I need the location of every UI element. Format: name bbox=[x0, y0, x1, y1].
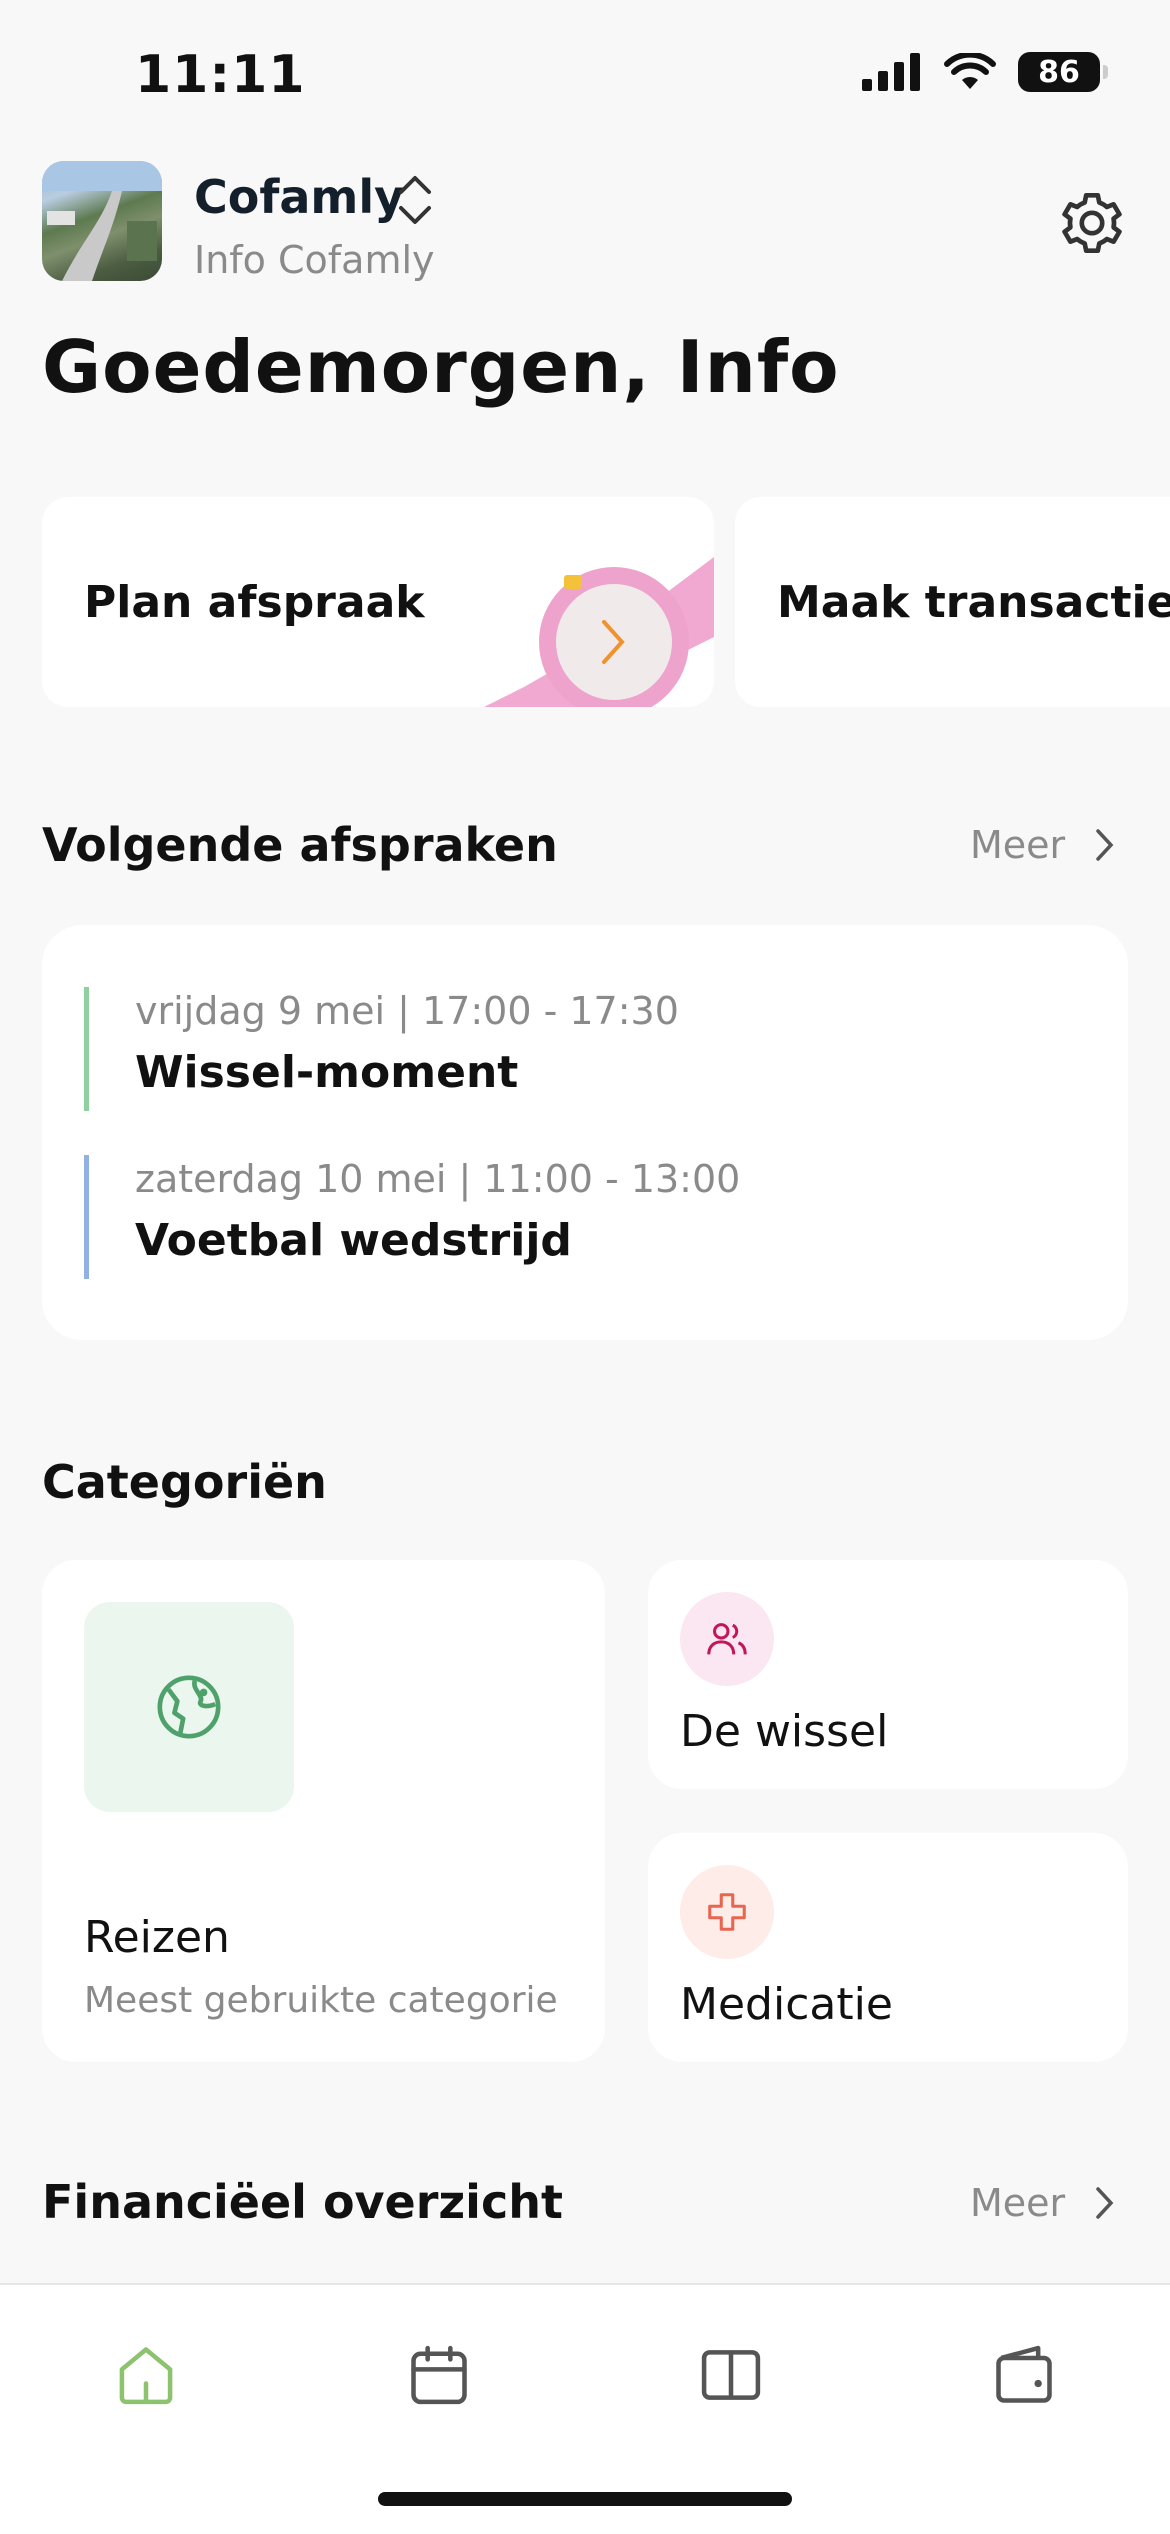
avatar-photo bbox=[42, 161, 162, 281]
nav-calendar[interactable] bbox=[405, 2341, 473, 2413]
appointment-title: Wissel-moment bbox=[135, 1047, 519, 1098]
nav-wallet[interactable] bbox=[990, 2341, 1058, 2413]
appointments-card: vrijdag 9 mei | 17:00 - 17:30 Wissel-mom… bbox=[42, 925, 1128, 1340]
wifi-icon bbox=[944, 53, 996, 89]
calendar-icon bbox=[411, 2345, 467, 2405]
wallet-icon bbox=[996, 2345, 1052, 2403]
category-icon-circle bbox=[680, 1592, 774, 1686]
make-transaction-label: Maak transactie bbox=[777, 577, 1170, 628]
appointment-item[interactable]: vrijdag 9 mei | 17:00 - 17:30 Wissel-mom… bbox=[84, 987, 679, 1111]
categories-title: Categoriën bbox=[42, 1455, 327, 1509]
home-icon bbox=[119, 2347, 173, 2405]
category-name: De wissel bbox=[680, 1706, 889, 1757]
status-indicators: 86 bbox=[862, 52, 1108, 92]
family-name[interactable]: Cofamly bbox=[194, 170, 404, 224]
category-name: Reizen bbox=[84, 1912, 230, 1963]
book-icon bbox=[701, 2350, 761, 2400]
family-avatar[interactable] bbox=[42, 161, 162, 281]
greeting-title: Goedemorgen, Info bbox=[42, 325, 840, 409]
finance-more-link[interactable]: Meer bbox=[970, 2181, 1115, 2225]
appointments-title: Volgende afspraken bbox=[42, 818, 558, 872]
category-card-de-wissel[interactable]: De wissel bbox=[648, 1560, 1128, 1789]
appointment-item[interactable]: zaterdag 10 mei | 11:00 - 13:00 Voetbal … bbox=[84, 1155, 740, 1279]
finance-more-label: Meer bbox=[970, 2181, 1066, 2225]
battery-indicator: 86 bbox=[1018, 52, 1108, 92]
settings-gear-icon[interactable] bbox=[1057, 188, 1127, 258]
appointments-more-label: Meer bbox=[970, 823, 1066, 867]
make-transaction-card[interactable]: Maak transactie bbox=[735, 497, 1170, 707]
switch-family-icon[interactable] bbox=[395, 172, 435, 228]
appointments-more-link[interactable]: Meer bbox=[970, 823, 1115, 867]
account-name: Info Cofamly bbox=[194, 238, 435, 282]
home-indicator bbox=[378, 2492, 792, 2506]
status-time: 11:11 bbox=[135, 45, 306, 105]
appointment-title: Voetbal wedstrijd bbox=[135, 1215, 572, 1266]
category-icon-circle bbox=[680, 1865, 774, 1959]
nav-home[interactable] bbox=[112, 2341, 180, 2413]
appointment-time: vrijdag 9 mei | 17:00 - 17:30 bbox=[135, 989, 679, 1033]
finance-title: Financiëel overzicht bbox=[42, 2175, 563, 2229]
watch-illustration-icon bbox=[484, 557, 714, 707]
category-name: Medicatie bbox=[680, 1979, 893, 2030]
nav-book[interactable] bbox=[697, 2341, 765, 2413]
category-subtitle: Meest gebruikte categorie bbox=[84, 1980, 558, 2021]
chevron-right-icon bbox=[1096, 2187, 1114, 2219]
plan-appointment-label: Plan afspraak bbox=[84, 577, 425, 628]
plan-appointment-card[interactable]: Plan afspraak bbox=[42, 497, 714, 707]
category-card-medicatie[interactable]: Medicatie bbox=[648, 1833, 1128, 2062]
category-icon-box bbox=[84, 1602, 294, 1812]
category-card-reizen[interactable]: Reizen Meest gebruikte categorie bbox=[42, 1560, 605, 2062]
signal-icon bbox=[862, 53, 920, 91]
globe-icon bbox=[157, 1675, 221, 1739]
medical-cross-icon bbox=[708, 1893, 746, 1931]
appointment-time: zaterdag 10 mei | 11:00 - 13:00 bbox=[135, 1157, 741, 1201]
chevron-right-icon bbox=[1096, 829, 1114, 861]
users-icon bbox=[707, 1623, 747, 1655]
